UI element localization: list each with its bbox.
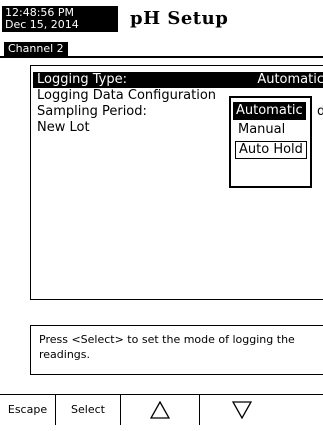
menu-item-logging-type[interactable]: Logging Type: Automatic bbox=[33, 72, 323, 88]
help-text-box: Press <Select> to set the mode of loggin… bbox=[30, 325, 323, 375]
menu-item-value: Automatic bbox=[257, 72, 323, 87]
date-text: Dec 15, 2014 bbox=[5, 18, 79, 31]
dropdown-option-manual[interactable]: Manual bbox=[235, 121, 288, 139]
softkey-bar: Escape Select bbox=[0, 394, 323, 425]
header-divider bbox=[0, 56, 323, 58]
down-button[interactable] bbox=[200, 395, 323, 425]
dropdown-option-auto-hold[interactable]: Auto Hold bbox=[235, 141, 307, 159]
escape-button[interactable]: Escape bbox=[0, 395, 56, 425]
help-text: Press <Select> to set the mode of loggin… bbox=[39, 333, 295, 361]
menu-item-new-lot[interactable]: New Lot bbox=[37, 120, 90, 136]
up-button[interactable] bbox=[121, 395, 200, 425]
menu-item-value: d bbox=[317, 104, 323, 119]
ph-setup-screen: 12:48:56 PM Dec 15, 2014 pH Setup Channe… bbox=[0, 0, 323, 425]
channel-tab[interactable]: Channel 2 bbox=[4, 42, 68, 56]
dropdown-option-automatic[interactable]: Automatic bbox=[233, 102, 306, 120]
up-triangle-icon bbox=[149, 400, 171, 419]
menu-item-sampling-period[interactable]: Sampling Period: d bbox=[37, 104, 323, 120]
down-triangle-icon bbox=[231, 401, 252, 420]
menu-item-label: Sampling Period: bbox=[37, 104, 147, 119]
menu-item-label: Logging Type: bbox=[37, 72, 127, 87]
page-title: pH Setup bbox=[130, 8, 229, 29]
menu-item-logging-data-configuration[interactable]: Logging Data Configuration bbox=[37, 88, 216, 104]
select-button[interactable]: Select bbox=[56, 395, 121, 425]
logging-type-dropdown[interactable]: Automatic Manual Auto Hold bbox=[229, 96, 312, 188]
datetime-display: 12:48:56 PM Dec 15, 2014 bbox=[2, 6, 118, 32]
menu-item-label: Logging Data Configuration bbox=[37, 88, 217, 103]
menu-item-label: New Lot bbox=[37, 120, 90, 135]
